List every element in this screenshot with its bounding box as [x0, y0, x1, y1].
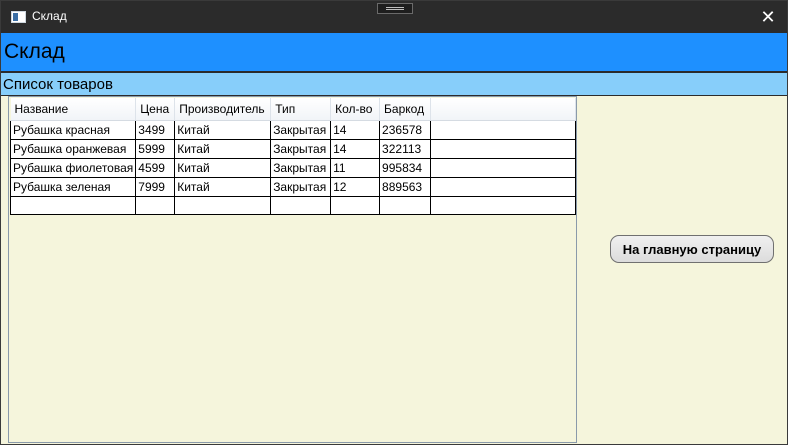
products-datagrid[interactable]: Название Цена Производитель Тип Кол-во Б… [8, 96, 577, 443]
cell-manufacturer[interactable]: Китай [174, 177, 272, 197]
cell-manufacturer[interactable]: Китай [174, 139, 272, 159]
header-bar: Склад [1, 33, 787, 71]
table-row[interactable]: Рубашка фиолетовая 4599 Китай Закрытая 1… [9, 158, 577, 178]
cell-price[interactable]: 5999 [135, 139, 176, 159]
cell-price[interactable]: 7999 [135, 177, 176, 197]
new-row[interactable] [9, 196, 577, 215]
column-header-filler [430, 98, 577, 121]
section-title: Список товаров [3, 76, 113, 93]
close-icon[interactable]: ✕ [757, 6, 779, 28]
main-page-button[interactable]: На главную страницу [610, 235, 774, 263]
table-row[interactable]: Рубашка красная 3499 Китай Закрытая 14 2… [9, 120, 577, 140]
cell-name[interactable] [9, 196, 137, 215]
cell-quantity[interactable] [330, 196, 381, 215]
cell-name[interactable]: Рубашка оранжевая [9, 139, 137, 159]
cell-filler [429, 177, 577, 197]
page-title: Склад [4, 40, 65, 63]
cell-filler [429, 139, 577, 159]
cell-manufacturer[interactable]: Китай [174, 120, 272, 140]
cell-barcode[interactable]: 995834 [379, 158, 431, 178]
column-header-price[interactable]: Цена [135, 98, 176, 121]
cell-type[interactable]: Закрытая [270, 177, 332, 197]
cell-filler [429, 158, 577, 178]
cell-barcode[interactable]: 889563 [379, 177, 431, 197]
cell-quantity[interactable]: 11 [330, 158, 381, 178]
table-row[interactable]: Рубашка оранжевая 5999 Китай Закрытая 14… [9, 139, 577, 159]
column-header-type[interactable]: Тип [270, 98, 332, 121]
cell-type[interactable]: Закрытая [270, 139, 332, 159]
title-bar[interactable]: Склад ✕ [1, 1, 787, 33]
column-header-quantity[interactable]: Кол-во [330, 98, 381, 121]
cell-filler [429, 120, 577, 140]
column-header-barcode[interactable]: Баркод [379, 98, 431, 121]
cell-type[interactable] [270, 196, 332, 215]
column-header-manufacturer[interactable]: Производитель [174, 98, 272, 121]
cell-manufacturer[interactable] [174, 196, 272, 215]
app-window: Склад ✕ Склад Список товаров Название Це… [0, 0, 788, 445]
cell-quantity[interactable]: 12 [330, 177, 381, 197]
cell-type[interactable]: Закрытая [270, 158, 332, 178]
cell-type[interactable]: Закрытая [270, 120, 332, 140]
header-row: Название Цена Производитель Тип Кол-во Б… [10, 98, 577, 121]
cell-name[interactable]: Рубашка фиолетовая [9, 158, 137, 178]
cell-name[interactable]: Рубашка зеленая [9, 177, 137, 197]
subheader-bar: Список товаров [1, 73, 787, 95]
products-table: Название Цена Производитель Тип Кол-во Б… [9, 98, 577, 215]
content-area: Название Цена Производитель Тип Кол-во Б… [1, 96, 787, 444]
column-header-name[interactable]: Название [10, 98, 137, 121]
cell-barcode[interactable] [379, 196, 431, 215]
cell-price[interactable]: 4599 [135, 158, 176, 178]
cell-manufacturer[interactable]: Китай [174, 158, 272, 178]
window-title: Склад [32, 9, 67, 23]
cell-filler [429, 196, 577, 215]
drag-handle-icon[interactable] [377, 3, 413, 14]
cell-name[interactable]: Рубашка красная [9, 120, 137, 140]
app-icon [11, 11, 26, 23]
table-row[interactable]: Рубашка зеленая 7999 Китай Закрытая 12 8… [9, 177, 577, 197]
cell-quantity[interactable]: 14 [330, 120, 381, 140]
cell-barcode[interactable]: 236578 [379, 120, 431, 140]
cell-quantity[interactable]: 14 [330, 139, 381, 159]
cell-barcode[interactable]: 322113 [379, 139, 431, 159]
cell-price[interactable] [135, 196, 176, 215]
cell-price[interactable]: 3499 [135, 120, 176, 140]
